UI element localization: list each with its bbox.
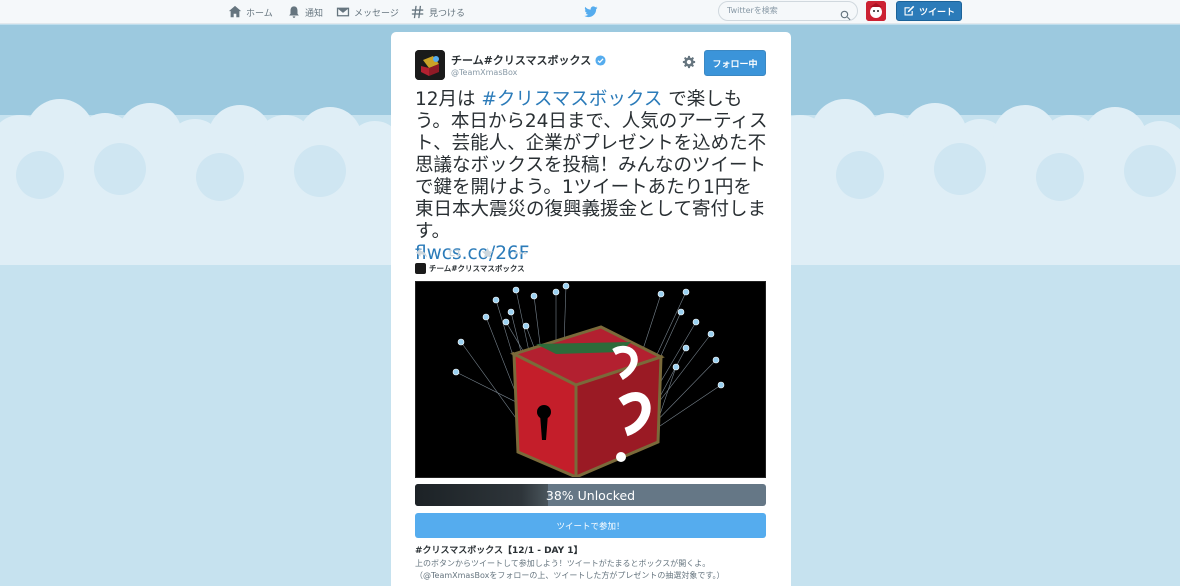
more-options-icon[interactable]: [514, 244, 527, 256]
tweet-text: 12月は #クリスマスボックス で楽しもう。本日から24日まで、人気のアーティス…: [415, 89, 770, 265]
twitter-bird-icon[interactable]: [584, 4, 598, 18]
nav-notifications-label: 通知: [305, 8, 324, 19]
compose-tweet-button[interactable]: ツイート: [896, 1, 962, 21]
card-source-name[interactable]: チーム#クリスマスボックス: [429, 263, 525, 274]
nav-messages-label: メッセージ: [354, 8, 399, 19]
home-icon: [228, 5, 242, 18]
user-avatar[interactable]: [866, 1, 886, 21]
nav-discover-label: 見つける: [429, 8, 466, 19]
verified-badge-icon: [595, 54, 606, 66]
quill-icon: [904, 5, 915, 16]
card-description-line: 上のボタンからツイートして参加しよう！ツイートがたまるとボックスが開くよ。: [415, 559, 711, 568]
envelope-icon: [336, 7, 350, 17]
search-input[interactable]: [727, 6, 837, 15]
gear-icon[interactable]: [682, 54, 696, 69]
card-description-line: （@TeamXmasBoxをフォローの上、ツイートした方がプレゼントの抽選対象で…: [415, 571, 725, 580]
nav-notifications[interactable]: 通知: [287, 3, 323, 21]
tweet-card: チーム#クリスマスボックス @TeamXmasBox フォロー中 12月は #ク…: [391, 32, 791, 586]
following-button[interactable]: フォロー中: [704, 50, 766, 76]
tweet-text-part1: 12月は: [415, 89, 482, 110]
user-handle[interactable]: @TeamXmasBox: [451, 68, 517, 77]
bell-icon: [289, 6, 299, 18]
profile-avatar[interactable]: [415, 50, 445, 80]
unlock-progress-label: 38% Unlocked: [545, 487, 636, 503]
nav-messages[interactable]: メッセージ: [336, 3, 399, 21]
hashtag-icon: [411, 5, 424, 19]
reply-icon[interactable]: [415, 244, 428, 258]
search-icon[interactable]: [840, 6, 851, 21]
nav-discover[interactable]: 見つける: [411, 3, 465, 21]
nav-home[interactable]: ホーム: [228, 3, 273, 21]
name-row: チーム#クリスマスボックス: [451, 52, 606, 68]
favorite-star-icon[interactable]: [481, 244, 494, 259]
search-box: [718, 1, 858, 21]
tweet-hashtag-link[interactable]: #クリスマスボックス: [481, 89, 662, 110]
tweet-actions: [415, 244, 527, 259]
top-nav-bar: ホーム 通知 メッセージ 見つける ツイート: [0, 0, 1180, 24]
display-name[interactable]: チーム#クリスマスボックス: [451, 52, 591, 68]
tweet-text-part2: で楽しもう。本日から24日まで、人気のアーティスト、芸能人、企業がプレゼントを込…: [415, 89, 768, 242]
tweet-to-join-button[interactable]: ツイートで参加！: [415, 513, 766, 538]
christmas-box-image[interactable]: [415, 281, 766, 478]
nav-home-label: ホーム: [246, 8, 273, 19]
unlock-progress-bar: 38% Unlocked: [415, 484, 766, 506]
retweet-icon[interactable]: [448, 244, 461, 258]
compose-tweet-label: ツイート: [918, 7, 955, 18]
card-source-avatar[interactable]: [415, 263, 426, 274]
card-description-title: #クリスマスボックス【12/1 - DAY 1】: [415, 546, 583, 556]
card-source: チーム#クリスマスボックス: [415, 263, 525, 274]
